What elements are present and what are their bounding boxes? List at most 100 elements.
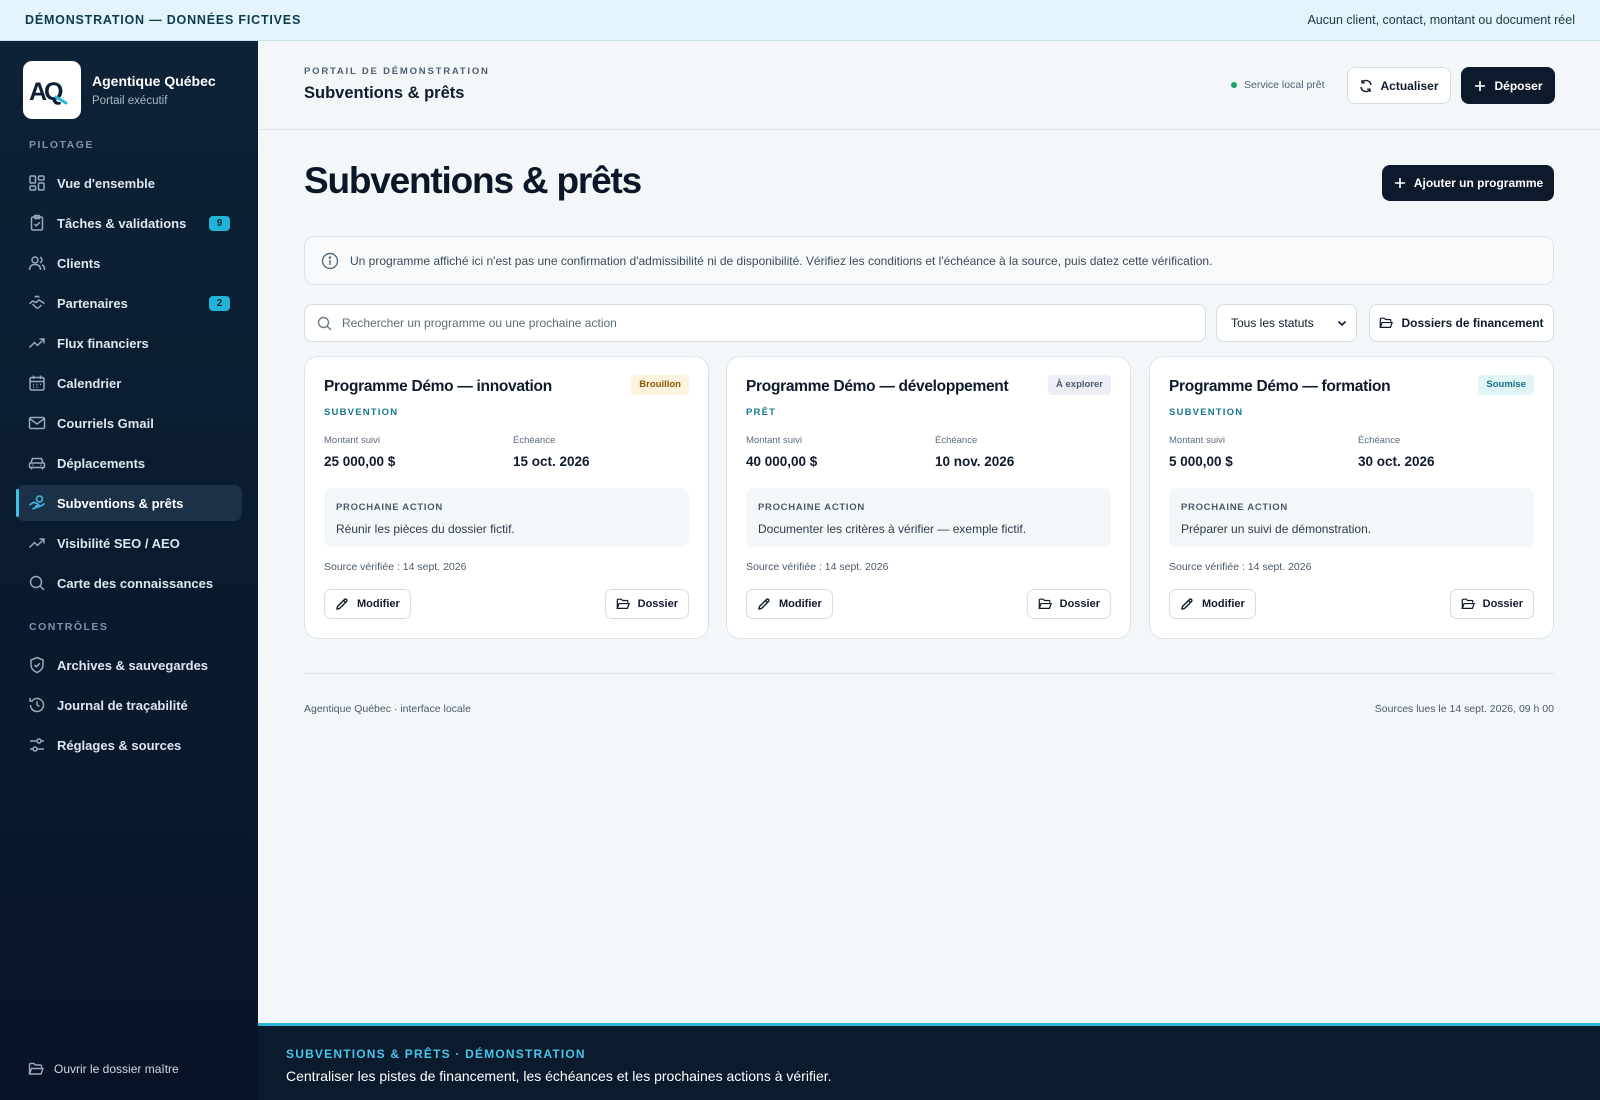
next-action-box: PROCHAINE ACTION Documenter les critères… <box>746 488 1111 547</box>
nav-section-controls: CONTRÔLES <box>29 621 109 633</box>
sidebar-item-label: Visibilité SEO / AEO <box>57 535 180 551</box>
program-card: Programme Démo — développement À explore… <box>726 356 1131 639</box>
plus-icon <box>1473 79 1487 93</box>
sidebar-item-settings[interactable]: Réglages & sources <box>16 727 242 763</box>
open-master-folder-link[interactable]: Ouvrir le dossier maître <box>28 1061 179 1077</box>
next-action-text: Réunir les pièces du dossier fictif. <box>336 522 515 536</box>
eligibility-notice: Un programme affiché ici n'est pas une c… <box>304 236 1554 285</box>
folder-open-icon <box>28 1061 44 1077</box>
count-badge: 9 <box>209 216 230 231</box>
status-badge: À explorer <box>1048 375 1111 395</box>
status-filter-select[interactable]: Tous les statuts <box>1216 304 1357 342</box>
chevron-down-icon <box>1336 317 1348 329</box>
sidebar-item-label: Clients <box>57 255 101 271</box>
history-icon <box>28 696 46 714</box>
funding-folders-label: Dossiers de financement <box>1401 316 1544 330</box>
banner-text: Centraliser les pistes de financement, l… <box>286 1068 832 1084</box>
sidebar-item-gmail[interactable]: Courriels Gmail <box>16 405 242 441</box>
page-header: PORTAIL DE DÉMONSTRATION Subventions & p… <box>258 41 1600 130</box>
notice-text: Un programme affiché ici n'est pas une c… <box>350 253 1213 268</box>
sidebar-item-seo[interactable]: Visibilité SEO / AEO <box>16 525 242 561</box>
folder-button[interactable]: Dossier <box>1449 589 1534 619</box>
deadline-value: 10 nov. 2026 <box>935 454 1015 469</box>
source-verified: Source vérifiée : 14 sept. 2026 <box>746 561 889 573</box>
nav-section-pilotage: PILOTAGE <box>29 139 94 151</box>
demo-label: DÉMONSTRATION — DONNÉES FICTIVES <box>25 13 302 27</box>
sidebar-item-archives[interactable]: Archives & sauvegardes <box>16 647 242 683</box>
deposit-button[interactable]: Déposer <box>1461 67 1555 104</box>
sidebar: AQ Agentique Québec Portail exécutif PIL… <box>0 41 258 1100</box>
sidebar-item-label: Archives & sauvegardes <box>57 657 209 673</box>
refresh-icon <box>1359 79 1373 93</box>
sidebar-item-tasks[interactable]: Tâches & validations 9 <box>16 205 242 241</box>
amount-label: Montant suivi <box>324 435 380 446</box>
brand-name: Agentique Québec <box>92 73 216 89</box>
edit-label: Modifier <box>1202 598 1245 610</box>
refresh-label: Actualiser <box>1380 78 1439 93</box>
sidebar-item-calendar[interactable]: Calendrier <box>16 365 242 401</box>
sidebar-item-label: Subventions & prêts <box>57 495 184 511</box>
folder-button[interactable]: Dossier <box>604 589 689 619</box>
aq-logo-icon: AQ <box>29 78 68 105</box>
edit-button[interactable]: Modifier <box>1169 589 1256 619</box>
source-verified: Source vérifiée : 14 sept. 2026 <box>324 561 467 573</box>
header-title: Subventions & prêts <box>304 84 465 102</box>
program-type: SUBVENTION <box>324 407 399 418</box>
deadline-label: Échéance <box>935 435 978 446</box>
deadline-value: 15 oct. 2026 <box>513 454 590 469</box>
handshake-icon <box>28 294 46 312</box>
search-icon <box>28 574 46 592</box>
sidebar-item-overview[interactable]: Vue d'ensemble <box>16 165 242 201</box>
next-action-text: Préparer un suivi de démonstration. <box>1181 522 1372 536</box>
sidebar-item-label: Journal de traçabilité <box>57 697 188 713</box>
program-card: Programme Démo — formation Soumise SUBVE… <box>1149 356 1554 639</box>
next-action-label: PROCHAINE ACTION <box>1181 502 1288 513</box>
add-program-button[interactable]: Ajouter un programme <box>1382 165 1554 201</box>
deadline-value: 30 oct. 2026 <box>1358 454 1435 469</box>
program-card: Programme Démo — innovation Brouillon SU… <box>304 356 709 639</box>
service-status: Service local prêt <box>1231 79 1325 91</box>
status-badge: Brouillon <box>631 375 689 395</box>
sidebar-item-label: Carte des connaissances <box>57 575 214 591</box>
search-icon <box>317 316 332 331</box>
program-search[interactable] <box>304 304 1206 342</box>
folder-button[interactable]: Dossier <box>1026 589 1111 619</box>
pencil-icon <box>1180 597 1194 611</box>
search-input[interactable] <box>342 316 1182 330</box>
sidebar-item-label: Courriels Gmail <box>57 415 154 431</box>
sidebar-item-cashflow[interactable]: Flux financiers <box>16 325 242 361</box>
edit-button[interactable]: Modifier <box>746 589 833 619</box>
sidebar-item-grants[interactable]: Subventions & prêts <box>16 485 242 521</box>
pencil-icon <box>335 597 349 611</box>
sidebar-item-audit-log[interactable]: Journal de traçabilité <box>16 687 242 723</box>
footer-sources-timestamp: Sources lues le 14 sept. 2026, 09 h 00 <box>1374 703 1554 715</box>
program-title: Programme Démo — innovation <box>324 378 552 395</box>
brand[interactable]: AQ Agentique Québec Portail exécutif <box>0 41 258 119</box>
sidebar-item-partners[interactable]: Partenaires 2 <box>16 285 242 321</box>
sidebar-item-knowledge-map[interactable]: Carte des connaissances <box>16 565 242 601</box>
amount-value: 40 000,00 $ <box>746 454 818 469</box>
grid-icon <box>28 174 46 192</box>
program-title: Programme Démo — développement <box>746 378 1009 395</box>
amount-value: 25 000,00 $ <box>324 454 396 469</box>
sliders-icon <box>28 736 46 754</box>
sidebar-item-clients[interactable]: Clients <box>16 245 242 281</box>
clipboard-check-icon <box>28 214 46 232</box>
users-icon <box>28 254 46 272</box>
trending-up-icon <box>28 534 46 552</box>
sidebar-item-travel[interactable]: Déplacements <box>16 445 242 481</box>
deadline-label: Échéance <box>513 435 556 446</box>
folder-open-icon <box>1038 597 1052 611</box>
edit-button[interactable]: Modifier <box>324 589 411 619</box>
hand-coins-icon <box>28 494 46 512</box>
sidebar-item-label: Partenaires <box>57 295 128 311</box>
next-action-label: PROCHAINE ACTION <box>758 502 865 513</box>
funding-folders-button[interactable]: Dossiers de financement <box>1369 304 1554 342</box>
logo: AQ <box>23 61 81 119</box>
folder-label: Dossier <box>1059 598 1100 610</box>
program-title: Programme Démo — formation <box>1169 378 1391 395</box>
refresh-button[interactable]: Actualiser <box>1347 67 1451 104</box>
service-status-label: Service local prêt <box>1244 79 1325 91</box>
demo-banner: DÉMONSTRATION — DONNÉES FICTIVES Aucun c… <box>0 0 1600 41</box>
sidebar-item-label: Flux financiers <box>57 335 149 351</box>
